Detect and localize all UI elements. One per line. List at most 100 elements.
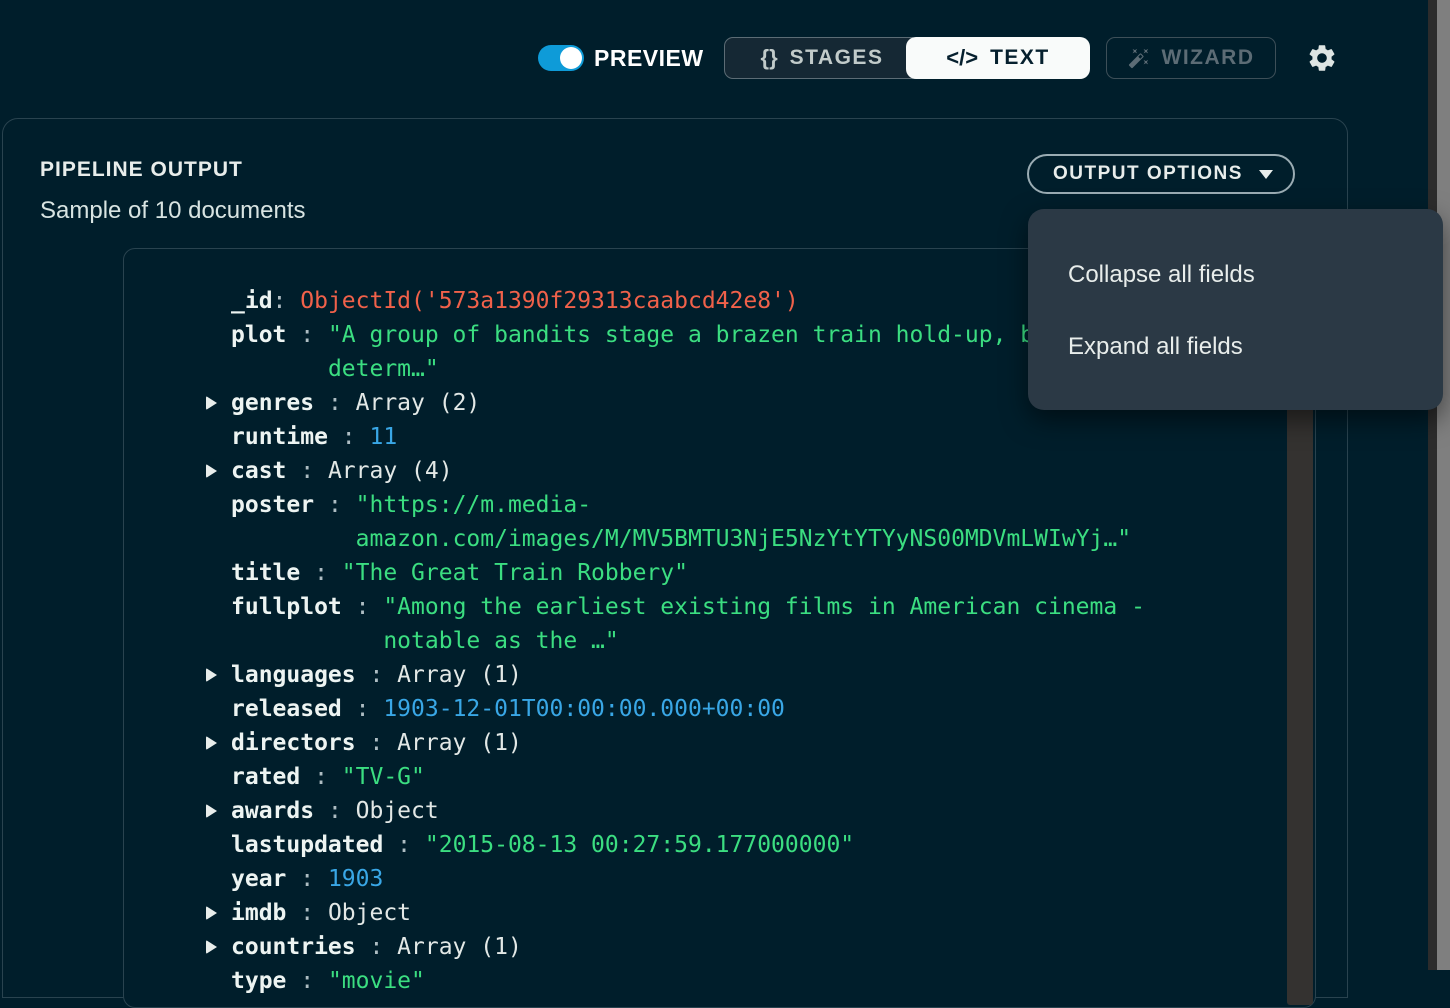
- field-value: "https://m.media-amazon.com/images/M/MV5…: [356, 488, 1151, 556]
- field-key: fullplot: [231, 594, 342, 620]
- field-separator: :: [342, 696, 384, 722]
- expand-caret-icon[interactable]: [206, 658, 231, 692]
- preview-toggle-knob: [560, 47, 582, 69]
- field-key: awards: [231, 798, 314, 824]
- field-key: year: [231, 866, 286, 892]
- expand-caret-icon[interactable]: [206, 896, 231, 930]
- preview-label: PREVIEW: [594, 45, 704, 71]
- expand-caret-icon[interactable]: [206, 862, 231, 896]
- document-field-row: poster : "https://m.media-amazon.com/ima…: [206, 488, 1276, 556]
- menu-item-expand-all-fields[interactable]: Expand all fields: [1028, 311, 1443, 383]
- field-separator: :: [314, 492, 356, 518]
- field-separator: :: [356, 934, 398, 960]
- field-key: poster: [231, 492, 314, 518]
- field-key: rated: [231, 764, 300, 790]
- field-value: "movie": [328, 964, 1151, 998]
- expand-caret-icon[interactable]: [206, 386, 231, 420]
- expand-caret-icon[interactable]: [206, 556, 231, 590]
- chevron-down-icon: [1259, 170, 1273, 179]
- expand-caret-icon[interactable]: [206, 488, 231, 522]
- code-icon: </>: [946, 45, 978, 71]
- field-value: Array (1): [397, 658, 1151, 692]
- field-key: directors: [231, 730, 356, 756]
- field-separator: :: [286, 866, 328, 892]
- stages-tab-label: STAGES: [790, 46, 884, 70]
- output-options-button[interactable]: OUTPUT OPTIONS: [1027, 154, 1295, 194]
- expand-caret-icon[interactable]: [206, 284, 231, 318]
- text-tab[interactable]: </> TEXT: [906, 37, 1090, 79]
- field-key: plot: [231, 322, 286, 348]
- expand-caret-icon[interactable]: [206, 794, 231, 828]
- field-key: languages: [231, 662, 356, 688]
- document-field-row: year : 1903: [206, 862, 1276, 896]
- wizard-button[interactable]: WIZARD: [1106, 37, 1276, 79]
- field-value: Object: [356, 794, 1151, 828]
- stages-text-segmented-control: {} STAGES </> TEXT: [724, 37, 1090, 79]
- document-field-row: cast : Array (4): [206, 454, 1276, 488]
- expand-caret-icon[interactable]: [206, 318, 231, 352]
- document-field-row: type : "movie": [206, 964, 1276, 998]
- field-key: runtime: [231, 424, 328, 450]
- document-field-row: imdb : Object: [206, 896, 1276, 930]
- field-separator: :: [328, 424, 370, 450]
- panel-subtitle: Sample of 10 documents: [40, 197, 306, 225]
- menu-item-collapse-all-fields[interactable]: Collapse all fields: [1028, 239, 1443, 311]
- field-separator: :: [286, 900, 328, 926]
- panel-title: PIPELINE OUTPUT: [40, 158, 243, 182]
- field-separator: :: [286, 322, 328, 348]
- text-tab-label: TEXT: [990, 46, 1050, 70]
- wizard-button-label: WIZARD: [1162, 46, 1255, 70]
- field-key: title: [231, 560, 300, 586]
- field-key: imdb: [231, 900, 286, 926]
- preview-toggle[interactable]: [538, 45, 584, 71]
- window-edge-scrollbar-strip[interactable]: [1437, 0, 1450, 970]
- expand-caret-icon[interactable]: [206, 760, 231, 794]
- field-key: cast: [231, 458, 286, 484]
- expand-caret-icon[interactable]: [206, 454, 231, 488]
- field-value: Array (1): [397, 726, 1151, 760]
- field-separator: :: [356, 730, 398, 756]
- field-value: 11: [369, 420, 1151, 454]
- stages-tab[interactable]: {} STAGES: [724, 37, 920, 79]
- field-key: lastupdated: [231, 832, 383, 858]
- field-separator: :: [273, 288, 301, 314]
- field-key: countries: [231, 934, 356, 960]
- document-field-row: languages : Array (1): [206, 658, 1276, 692]
- field-separator: :: [342, 594, 384, 620]
- field-separator: :: [300, 764, 342, 790]
- field-key: type: [231, 968, 286, 994]
- field-key: released: [231, 696, 342, 722]
- field-separator: :: [300, 560, 342, 586]
- document-field-row: fullplot : "Among the earliest existing …: [206, 590, 1276, 658]
- expand-caret-icon[interactable]: [206, 828, 231, 862]
- field-value: 1903-12-01T00:00:00.000+00:00: [383, 692, 1151, 726]
- compass-pipeline-preview: { "topbar": { "preview": {"label": "PREV…: [0, 0, 1450, 970]
- window-edge-dark-strip: [1428, 0, 1437, 970]
- expand-caret-icon[interactable]: [206, 964, 231, 998]
- expand-caret-icon[interactable]: [206, 930, 231, 964]
- field-key: genres: [231, 390, 314, 416]
- document-field-row: rated : "TV-G": [206, 760, 1276, 794]
- field-separator: :: [286, 968, 328, 994]
- field-value: ObjectId('573a1390f29313caabcd42e8'): [300, 284, 1151, 318]
- expand-caret-icon[interactable]: [206, 726, 231, 760]
- field-value: Array (4): [328, 454, 1151, 488]
- document-field-row: title : "The Great Train Robbery": [206, 556, 1276, 590]
- expand-caret-icon[interactable]: [206, 692, 231, 726]
- field-separator: :: [314, 390, 356, 416]
- magic-wand-icon: [1128, 47, 1150, 69]
- field-value: 1903: [328, 862, 1151, 896]
- document-field-row: directors : Array (1): [206, 726, 1276, 760]
- field-value: "2015-08-13 00:27:59.177000000": [425, 828, 1151, 862]
- output-options-label: OUTPUT OPTIONS: [1053, 163, 1243, 185]
- curly-braces-icon: {}: [761, 45, 778, 71]
- expand-caret-icon[interactable]: [206, 420, 231, 454]
- gear-icon: [1306, 42, 1338, 74]
- document-field-row: released : 1903-12-01T00:00:00.000+00:00: [206, 692, 1276, 726]
- field-value: "The Great Train Robbery": [342, 556, 1151, 590]
- expand-caret-icon[interactable]: [206, 590, 231, 624]
- field-separator: :: [356, 662, 398, 688]
- settings-button[interactable]: [1306, 42, 1338, 74]
- document-field-row: countries : Array (1): [206, 930, 1276, 964]
- output-options-menu: Collapse all fields Expand all fields: [1028, 209, 1443, 410]
